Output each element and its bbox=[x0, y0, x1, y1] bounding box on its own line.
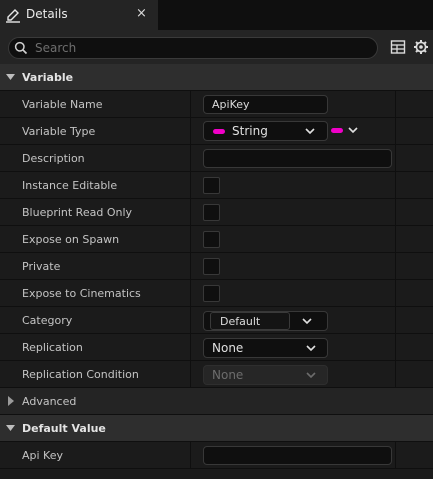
row-variable-name: Variable Name ApiKey bbox=[0, 91, 433, 118]
variable-type-dropdown[interactable]: String bbox=[203, 121, 328, 141]
expand-arrow-icon bbox=[8, 396, 14, 406]
dropdown-value: None bbox=[212, 341, 244, 355]
pencil-icon bbox=[6, 9, 20, 23]
section-default-value[interactable]: Default Value bbox=[0, 415, 433, 442]
chevron-down-icon bbox=[302, 318, 312, 325]
row-replication: Replication None bbox=[0, 334, 433, 361]
property-label: Expose to Cinematics bbox=[22, 287, 141, 300]
gear-icon[interactable] bbox=[413, 39, 429, 55]
close-icon[interactable]: × bbox=[136, 6, 147, 21]
instance-editable-checkbox[interactable] bbox=[203, 177, 220, 194]
search-box[interactable] bbox=[8, 37, 378, 59]
property-label: Replication Condition bbox=[22, 368, 139, 381]
dropdown-value: None bbox=[212, 368, 244, 382]
field-value: ApiKey bbox=[212, 98, 250, 111]
api-key-field[interactable] bbox=[203, 446, 392, 465]
row-description: Description bbox=[0, 145, 433, 172]
property-label: Api Key bbox=[22, 449, 64, 462]
property-label: Instance Editable bbox=[22, 179, 118, 192]
collapse-arrow-icon bbox=[6, 425, 15, 431]
section-title: Advanced bbox=[22, 395, 77, 408]
section-variable[interactable]: Variable bbox=[0, 64, 433, 91]
category-combo[interactable]: Default bbox=[203, 311, 328, 331]
replication-dropdown[interactable]: None bbox=[203, 338, 328, 358]
property-matrix-icon[interactable] bbox=[390, 39, 406, 55]
expose-to-cinematics-checkbox[interactable] bbox=[203, 285, 220, 302]
chevron-down-icon bbox=[348, 127, 358, 134]
string-pin-icon bbox=[213, 129, 225, 134]
replication-condition-dropdown: None bbox=[203, 365, 328, 385]
description-field[interactable] bbox=[203, 149, 392, 168]
property-label: Private bbox=[22, 260, 61, 273]
property-label: Blueprint Read Only bbox=[22, 206, 133, 219]
section-advanced[interactable]: Advanced bbox=[0, 388, 433, 415]
blueprint-read-only-checkbox[interactable] bbox=[203, 204, 220, 221]
row-replication-condition: Replication Condition None bbox=[0, 361, 433, 388]
row-variable-type: Variable Type String bbox=[0, 118, 433, 145]
tab-title: Details bbox=[26, 7, 68, 21]
details-tab[interactable]: Details × bbox=[0, 0, 158, 30]
private-checkbox[interactable] bbox=[203, 258, 220, 275]
property-label: Variable Type bbox=[22, 125, 96, 138]
search-input[interactable] bbox=[35, 40, 365, 56]
section-title: Default Value bbox=[22, 422, 106, 435]
dropdown-value: String bbox=[232, 124, 268, 138]
row-private: Private bbox=[0, 253, 433, 280]
single-pin-icon bbox=[331, 128, 343, 133]
category-value: Default bbox=[220, 315, 261, 328]
property-label: Replication bbox=[22, 341, 83, 354]
details-toolbar bbox=[0, 30, 433, 64]
row-blueprint-read-only: Blueprint Read Only bbox=[0, 199, 433, 226]
panel-bottom bbox=[0, 469, 433, 479]
row-instance-editable: Instance Editable bbox=[0, 172, 433, 199]
property-label: Description bbox=[22, 152, 85, 165]
row-expose-on-spawn: Expose on Spawn bbox=[0, 226, 433, 253]
chevron-down-icon bbox=[306, 345, 316, 352]
container-type-dropdown[interactable] bbox=[331, 125, 361, 139]
expose-on-spawn-checkbox[interactable] bbox=[203, 231, 220, 248]
row-api-key: Api Key bbox=[0, 442, 433, 469]
chevron-down-icon bbox=[305, 128, 315, 135]
section-title: Variable bbox=[22, 71, 74, 84]
property-label: Variable Name bbox=[22, 98, 103, 111]
search-icon bbox=[14, 41, 28, 55]
row-category: Category Default bbox=[0, 307, 433, 334]
variable-name-field[interactable]: ApiKey bbox=[203, 95, 328, 114]
category-input[interactable]: Default bbox=[210, 312, 290, 330]
property-label: Expose on Spawn bbox=[22, 233, 120, 246]
tab-bar: Details × bbox=[0, 0, 433, 30]
chevron-down-icon bbox=[306, 372, 316, 379]
property-label: Category bbox=[22, 314, 73, 327]
collapse-arrow-icon bbox=[6, 74, 15, 80]
row-expose-to-cinematics: Expose to Cinematics bbox=[0, 280, 433, 307]
